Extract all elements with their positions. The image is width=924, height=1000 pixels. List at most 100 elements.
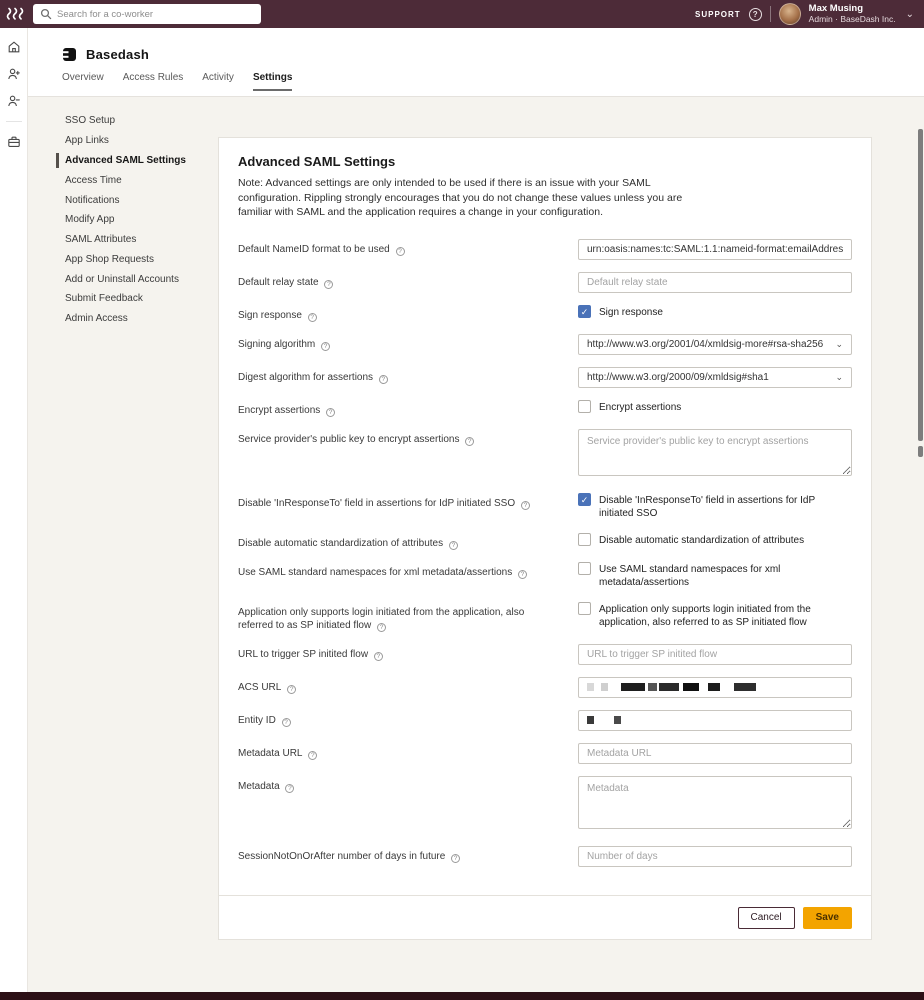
settings-nav-item-access-time[interactable]: Access Time — [65, 170, 225, 190]
cancel-button[interactable]: Cancel — [738, 907, 795, 929]
chevron-down-icon[interactable]: ⌄ — [906, 9, 914, 20]
help-icon[interactable]: ? — [749, 8, 762, 21]
support-link[interactable]: SUPPORT — [695, 10, 741, 19]
form-row-encrypt-assertions: Encrypt assertions ?Encrypt assertions — [238, 400, 852, 417]
field-control: http://www.w3.org/2000/09/xmldsig#sha1⌄ — [578, 367, 852, 388]
settings-nav-item-sso-setup[interactable]: SSO Setup — [65, 111, 225, 131]
field-label: URL to trigger SP initited flow ? — [238, 644, 578, 661]
person-add-icon[interactable] — [7, 67, 21, 81]
field-control — [578, 677, 852, 698]
field-control — [578, 239, 852, 260]
sign-response-checkbox[interactable]: ✓ — [578, 305, 591, 318]
select-value: http://www.w3.org/2001/04/xmldsig-more#r… — [587, 339, 835, 350]
info-icon[interactable]: ? — [324, 280, 333, 289]
info-icon[interactable]: ? — [377, 623, 386, 632]
info-icon[interactable]: ? — [465, 437, 474, 446]
info-icon[interactable]: ? — [308, 751, 317, 760]
home-icon[interactable] — [7, 40, 21, 54]
metadata-url-input[interactable] — [578, 743, 852, 764]
settings-nav-item-notifications[interactable]: Notifications — [65, 190, 225, 210]
sessionnotonorafter-number-of-days-in-fu-input[interactable] — [578, 846, 852, 867]
info-icon[interactable]: ? — [321, 342, 330, 351]
tab-activity[interactable]: Activity — [202, 72, 234, 91]
disable-inresponseto-field-in-assertions-checkbox[interactable]: ✓ — [578, 493, 591, 506]
field-control — [578, 776, 852, 834]
info-icon[interactable]: ? — [374, 652, 383, 661]
info-icon[interactable]: ? — [287, 685, 296, 694]
url-to-trigger-sp-initited-flow-input[interactable] — [578, 644, 852, 665]
user-info[interactable]: Max Musing Admin · BaseDash Inc. — [809, 4, 896, 25]
search-input[interactable] — [33, 4, 261, 24]
rippling-logo[interactable] — [0, 0, 30, 28]
tab-overview[interactable]: Overview — [62, 72, 104, 91]
settings-nav-item-add-or-uninstall-accounts[interactable]: Add or Uninstall Accounts — [65, 269, 225, 289]
field-control — [578, 429, 852, 481]
settings-nav-item-submit-feedback[interactable]: Submit Feedback — [65, 289, 225, 309]
field-label: Default NameID format to be used ? — [238, 239, 578, 256]
metadata-textarea[interactable] — [578, 776, 852, 829]
form-footer: Cancel Save — [219, 895, 871, 939]
tab-settings[interactable]: Settings — [253, 72, 292, 91]
page-title: Basedash — [86, 47, 149, 62]
avatar[interactable] — [779, 3, 801, 25]
default-nameid-format-to-be-used-input[interactable] — [578, 239, 852, 260]
acs-url-input[interactable] — [578, 677, 852, 698]
settings-nav-item-app-shop-requests[interactable]: App Shop Requests — [65, 249, 225, 269]
checkbox-label: Application only supports login initiate… — [599, 602, 852, 630]
settings-nav-item-saml-attributes[interactable]: SAML Attributes — [65, 230, 225, 250]
chevron-down-icon: ⌄ — [835, 372, 843, 383]
encrypt-assertions-checkbox-row: Encrypt assertions — [578, 400, 852, 415]
panel-title: Advanced SAML Settings — [238, 154, 852, 169]
disable-automatic-standardization-of-att-checkbox[interactable] — [578, 533, 591, 546]
application-only-supports-login-initiate-checkbox-row: Application only supports login initiate… — [578, 602, 852, 630]
redacted-block — [601, 683, 608, 691]
field-control — [578, 710, 852, 731]
briefcase-icon[interactable] — [7, 135, 21, 149]
settings-nav-item-advanced-saml-settings[interactable]: Advanced SAML Settings — [65, 151, 225, 171]
basedash-logo — [62, 47, 77, 62]
info-icon[interactable]: ? — [379, 375, 388, 384]
info-icon[interactable]: ? — [326, 408, 335, 417]
settings-nav-item-admin-access[interactable]: Admin Access — [65, 309, 225, 329]
field-label: Use SAML standard namespaces for xml met… — [238, 562, 578, 579]
disable-inresponseto-field-in-assertions-checkbox-row: ✓ Disable 'InResponseTo' field in asserti… — [578, 493, 852, 521]
chevron-down-icon: ⌄ — [835, 339, 843, 350]
signing-algorithm-select[interactable]: http://www.w3.org/2001/04/xmldsig-more#r… — [578, 334, 852, 355]
form-row-default-nameid-format-to-be-used: Default NameID format to be used ? — [238, 239, 852, 260]
tab-access-rules[interactable]: Access Rules — [123, 72, 184, 91]
entity-id-input[interactable] — [578, 710, 852, 731]
scrollbar-thumb[interactable] — [918, 129, 923, 441]
info-icon[interactable]: ? — [285, 784, 294, 793]
topbar-divider — [770, 6, 771, 22]
info-icon[interactable]: ? — [521, 501, 530, 510]
sign-response-checkbox-row: ✓Sign response — [578, 305, 852, 320]
field-control: Encrypt assertions — [578, 400, 852, 415]
info-icon[interactable]: ? — [451, 854, 460, 863]
settings-nav-item-modify-app[interactable]: Modify App — [65, 210, 225, 230]
user-role: Admin · BaseDash Inc. — [809, 15, 896, 25]
field-label: Application only supports login initiate… — [238, 602, 578, 632]
encrypt-assertions-checkbox[interactable] — [578, 400, 591, 413]
default-relay-state-input[interactable] — [578, 272, 852, 293]
form-row-acs-url: ACS URL ? — [238, 677, 852, 698]
info-icon[interactable]: ? — [449, 541, 458, 550]
info-icon[interactable]: ? — [282, 718, 291, 727]
person-remove-icon[interactable] — [7, 94, 21, 108]
scrollbar-thumb-secondary[interactable] — [918, 446, 923, 457]
info-icon[interactable]: ? — [308, 313, 317, 322]
app-header: Basedash Overview Access Rules Activity Set… — [28, 28, 924, 97]
use-saml-standard-namespaces-for-xml-met-checkbox-row: Use SAML standard namespaces for xml met… — [578, 562, 852, 590]
settings-nav: SSO SetupApp LinksAdvanced SAML Settings… — [65, 111, 225, 329]
use-saml-standard-namespaces-for-xml-met-checkbox[interactable] — [578, 562, 591, 575]
application-only-supports-login-initiate-checkbox[interactable] — [578, 602, 591, 615]
redacted-block — [659, 683, 679, 691]
field-control: Use SAML standard namespaces for xml met… — [578, 562, 852, 590]
info-icon[interactable]: ? — [396, 247, 405, 256]
save-button[interactable]: Save — [803, 907, 852, 929]
info-icon[interactable]: ? — [518, 570, 527, 579]
redacted-block — [648, 683, 657, 691]
checkbox-label: Disable 'InResponseTo' field in assertio… — [599, 493, 852, 521]
service-provider-s-public-key-to-encrypt-textarea[interactable] — [578, 429, 852, 476]
settings-nav-item-app-links[interactable]: App Links — [65, 131, 225, 151]
digest-algorithm-for-assertions-select[interactable]: http://www.w3.org/2000/09/xmldsig#sha1⌄ — [578, 367, 852, 388]
